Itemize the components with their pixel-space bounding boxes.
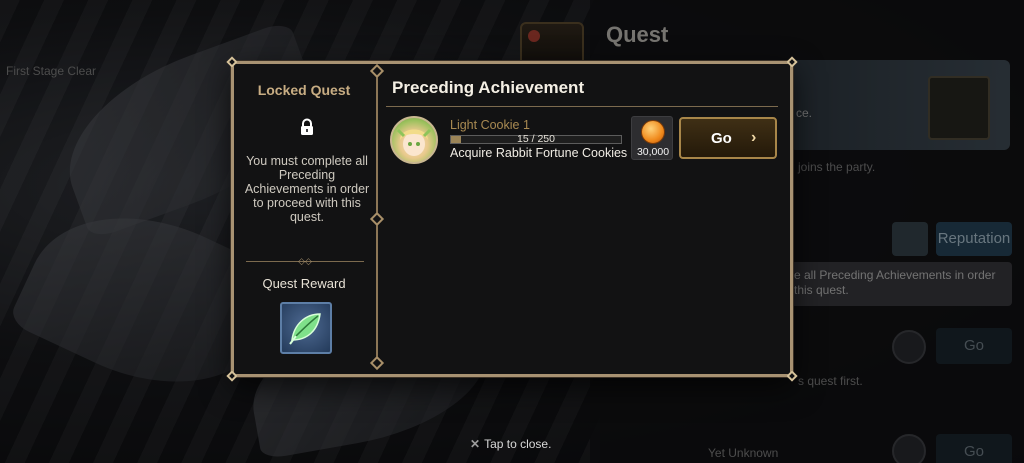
tap-to-close-hint[interactable]: ✕ Tap to close. bbox=[470, 437, 551, 451]
chevron-right-icon: › bbox=[751, 129, 757, 146]
cookie-name: Light Cookie 1 bbox=[450, 118, 530, 132]
reward-amount: 30,000 bbox=[636, 146, 670, 158]
locked-quest-title: Locked Quest bbox=[257, 82, 351, 98]
reward-coin-box[interactable]: 30,000 bbox=[631, 116, 673, 160]
close-icon: ✕ bbox=[470, 437, 481, 451]
quest-reward-title: Quest Reward bbox=[262, 276, 346, 291]
divider bbox=[386, 106, 778, 107]
preceding-achievement-panel: Preceding Achievement Light Cookie 1 15 … bbox=[386, 64, 790, 374]
locked-quest-dialog: Locked Quest You must complete all Prece… bbox=[226, 56, 798, 382]
locked-quest-panel: Locked Quest You must complete all Prece… bbox=[234, 64, 374, 374]
achievement-row: Light Cookie 1 15 / 250 Acquire Rabbit F… bbox=[386, 116, 778, 168]
preceding-achievement-title: Preceding Achievement bbox=[392, 78, 585, 97]
lock-icon bbox=[298, 118, 316, 136]
tap-to-close-label: Tap to close. bbox=[484, 437, 552, 451]
go-button-label: Go bbox=[711, 130, 732, 147]
achievement-task: Acquire Rabbit Fortune Cookies bbox=[450, 146, 628, 160]
divider-ornament: ◇◇ bbox=[298, 256, 312, 266]
cookie-avatar bbox=[390, 116, 438, 164]
locked-quest-description: You must complete all Preceding Achievem… bbox=[244, 154, 370, 224]
coin-icon bbox=[641, 120, 665, 144]
progress-text: 15 / 250 bbox=[517, 133, 555, 145]
green-leaf-icon[interactable] bbox=[280, 302, 332, 354]
go-button[interactable]: Go › bbox=[679, 117, 777, 159]
